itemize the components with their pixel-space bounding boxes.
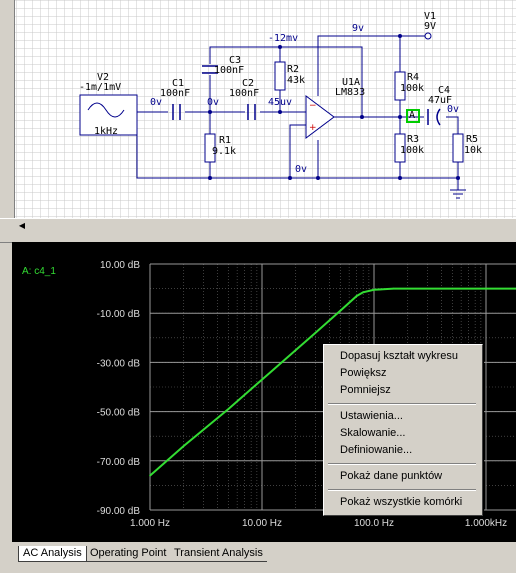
y-tick-label: -10.00 dB [97,309,141,320]
y-tick-label: -30.00 dB [97,358,141,369]
analysis-tab-bar: AC Analysis Operating Point Transient An… [0,542,516,573]
net-label: 9v [352,23,365,34]
v1-value: 9V [424,21,437,32]
tab-ac-analysis[interactable]: AC Analysis [18,546,87,562]
data-point [373,289,375,291]
v1-terminal[interactable] [424,32,432,40]
net-label: -12mv [268,33,299,44]
data-point [485,287,487,290]
r1-value: 9.1k [212,146,237,157]
resistor-r5[interactable] [452,133,464,163]
menu-separator [328,489,476,491]
probe-label: A [409,110,416,121]
context-menu-item[interactable]: Dopasuj kształt wykresu [326,348,478,365]
r1-label: R1 [219,135,232,146]
data-point [314,332,317,334]
context-menu-item[interactable]: Ustawienia... [326,408,478,425]
x-tick-label: 100.0 Hz [354,518,394,529]
data-point [339,309,342,312]
data-point [362,291,364,294]
data-point [182,445,185,447]
data-point [227,408,230,410]
r4-value: 100k [400,83,425,94]
data-point [406,287,409,290]
scroll-left-icon[interactable]: ◀ [16,220,28,232]
data-point [355,295,358,297]
c2-value: 100nF [229,88,260,99]
menu-separator [328,463,476,465]
y-tick-label: -50.00 dB [97,408,141,419]
data-point [392,287,395,290]
r5-value: 10k [464,145,483,156]
data-point [149,474,151,477]
schematic-editor[interactable]: − + -12mv 9v 0v 0v 45uv 0v 0v V1 9V V2 -… [0,0,516,218]
context-menu-item[interactable]: Pokaż dane punktów [326,468,478,485]
r3-label: R3 [407,134,420,145]
context-menu-item[interactable]: Pokaż wszystkie komórki [326,494,478,511]
net-label: 0v [295,164,308,175]
y-tick-label: 10.00 dB [100,260,140,271]
tab-operating-point[interactable]: Operating Point [86,546,171,562]
net-label: 45uv [268,97,293,108]
x-tick-label: 1.000 Hz [130,518,170,529]
r2-label: R2 [287,64,300,75]
x-tick-label: 10.00 Hz [242,518,282,529]
context-menu-item[interactable]: Pomniejsz [326,382,478,399]
context-menu[interactable]: Dopasuj kształt wykresu Powiększ Pomniejsz… [323,344,483,516]
y-tick-label: -70.00 dB [97,457,141,468]
context-menu-item[interactable]: Skalowanie... [326,425,478,442]
context-menu-item[interactable]: Definiowanie... [326,442,478,459]
net-label: 0v [207,97,220,108]
r5-label: R5 [466,134,479,145]
c3-value: 100nF [214,65,245,76]
data-point [261,378,263,381]
data-point [451,287,454,290]
c4-value: 47uF [428,95,453,106]
x-tick-label: 1.000kHz [465,518,507,529]
v2-value: -1m/1mV [79,82,122,93]
schematic-vertical-scrollbar[interactable] [4,0,15,218]
tab-transient-analysis[interactable]: Transient Analysis [170,546,267,562]
svg-text:−: − [309,101,317,111]
r2-value: 43k [287,75,306,86]
resistor-r2[interactable] [274,61,286,91]
c1-value: 100nF [160,88,191,99]
context-menu-item[interactable]: Powiększ [326,365,478,382]
menu-separator [328,403,476,405]
svg-text:+: + [309,123,317,133]
r3-value: 100k [400,145,425,156]
schematic-canvas[interactable]: − + [0,0,516,218]
net-label: 0v [447,104,460,115]
net-label: 0v [150,97,163,108]
trace-label: A: c4_1 [22,266,56,277]
v2-frequency: 1kHz [94,126,119,137]
data-point [294,349,297,351]
r4-label: R4 [407,72,420,83]
u1-value: LM833 [335,87,366,98]
y-tick-label: -90.00 dB [97,506,141,517]
